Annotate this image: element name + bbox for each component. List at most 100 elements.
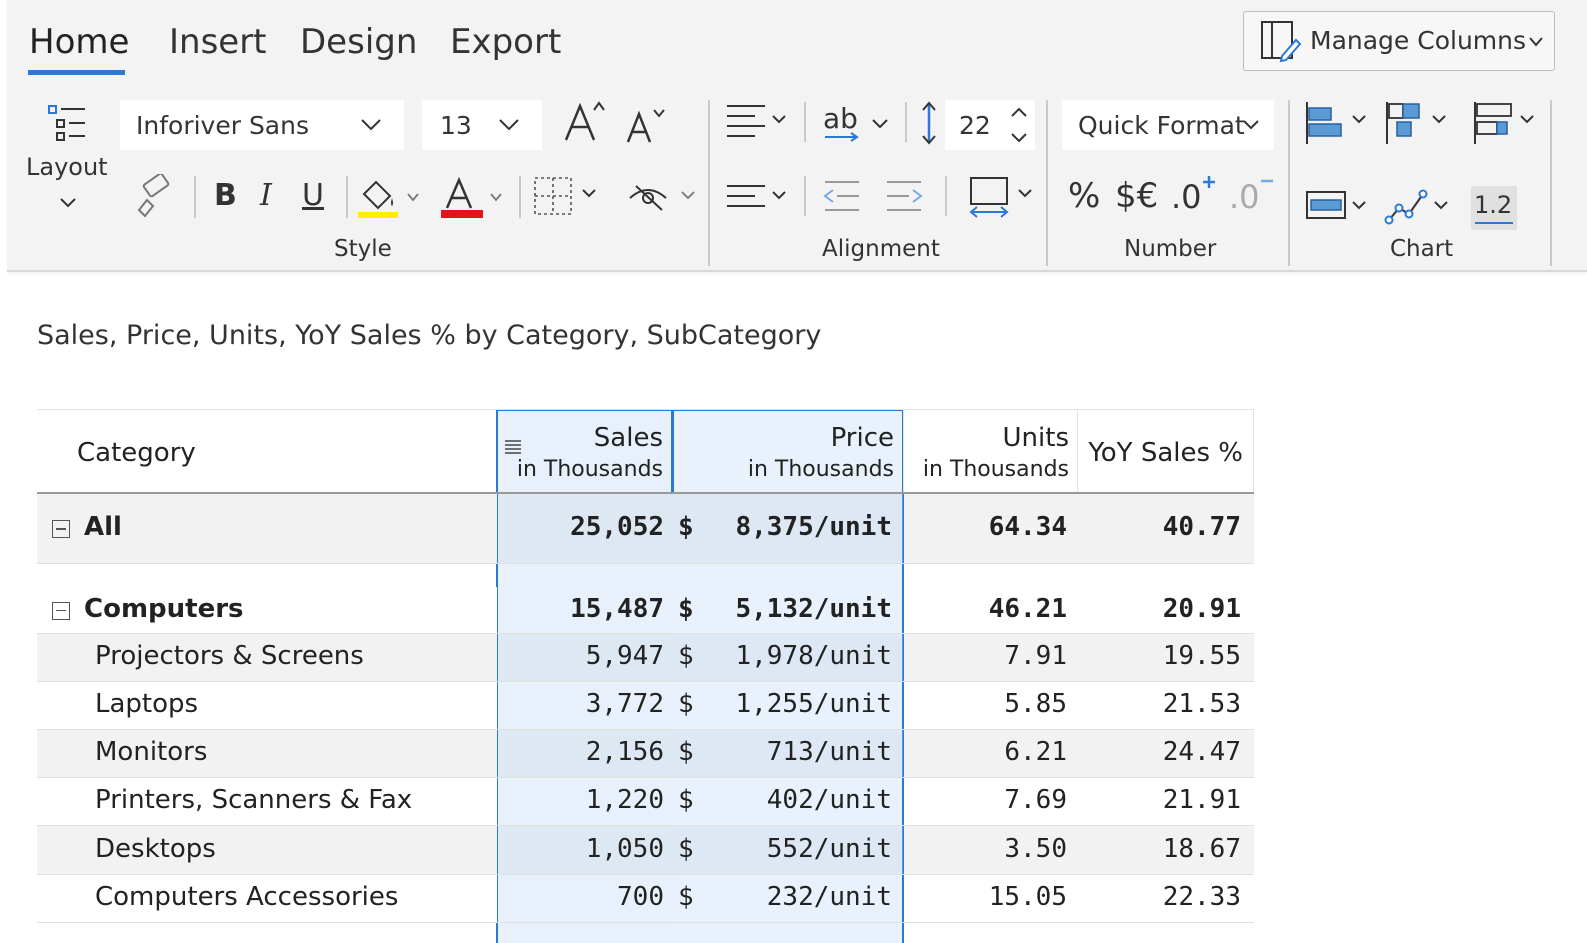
yoy-value: 19.55 [1162,641,1241,671]
row-label: Desktops [95,833,216,864]
currency-symbol: $ [678,833,694,864]
price-value: 1,255/unit [735,689,892,719]
row-divider [37,922,1254,923]
units-value: 64.34 [988,512,1067,542]
row-label: Computers Accessories [95,882,399,912]
text-wrap-button[interactable]: ab [819,100,899,146]
chevron-down-icon [1243,120,1259,130]
chevron-down-icon [361,119,381,131]
line-chart-icon[interactable] [1383,186,1453,228]
yoy-value: 21.53 [1162,689,1241,719]
header-unit: in Thousands [516,457,663,482]
bar-chart-icon[interactable] [1303,100,1373,146]
visibility-toggle-icon[interactable] [626,178,706,218]
group-label-number: Number [1124,236,1217,262]
column-menu-icon[interactable] [503,438,523,456]
decrease-font-size-icon[interactable] [624,104,670,146]
table-row[interactable]: Projectors & Screens 5,947 $1,978/unit 7.91… [37,634,1254,682]
bullet-chart-icon[interactable] [1305,186,1373,226]
waterfall-chart-icon[interactable] [1383,100,1453,146]
increase-decimal-button[interactable]: .0 [1171,172,1227,218]
manage-columns-button[interactable]: Manage Columns [1243,11,1555,71]
tab-insert[interactable]: Insert [169,22,267,62]
group-divider [1046,100,1048,266]
table-row[interactable]: Computers 15,487 $5,132/unit 46.21 20.91 [37,587,1254,634]
sales-value: 2,156 [585,737,664,767]
decrease-decimal-glyph: .0 [1229,178,1260,216]
table-row[interactable]: Desktops 1,050 $552/unit 3.50 18.67 [37,826,1254,875]
row-label: Laptops [95,689,199,719]
column-header-price[interactable]: Price in Thousands [674,411,902,492]
plus-icon [1203,176,1215,188]
wrap-text-glyph: ab [823,102,858,135]
header-label: Sales [593,423,663,453]
font-color-icon[interactable] [439,176,511,220]
line-height-icon [922,101,936,145]
font-size-value: 13 [440,111,472,140]
tab-export[interactable]: Export [450,22,561,62]
price-value: 552/unit [766,833,892,864]
data-label-button[interactable]: 1.2 [1471,186,1517,230]
collapse-toggle-icon[interactable] [52,601,70,620]
increase-font-size-icon[interactable] [562,98,610,146]
sales-value: 700 [617,882,664,912]
italic-button[interactable]: I [260,178,272,213]
fill-color-icon[interactable] [356,176,426,220]
decrease-indent-icon[interactable] [819,176,863,216]
bold-button[interactable]: B [214,178,237,213]
tab-design[interactable]: Design [300,22,417,62]
edit-columns-icon [1261,21,1302,62]
underline-button[interactable]: U [302,178,324,213]
horizontal-align-icon[interactable] [725,100,795,144]
column-header-units[interactable]: Units in Thousands [904,411,1077,492]
group-label-style: Style [334,236,392,262]
group-divider [1550,100,1552,266]
font-size-select[interactable]: 13 [422,100,542,150]
column-header-sales[interactable]: Sales in Thousands [498,411,671,492]
table-row[interactable]: Laptops 3,772 $1,255/unit 5.85 21.53 [37,682,1254,730]
line-height-stepper[interactable]: 22 [945,100,1035,150]
table-row[interactable]: All 25,052 $8,375/unit 64.34 40.77 [37,494,1254,564]
table-row[interactable]: Printers, Scanners & Fax 1,220 $402/unit 7.… [37,778,1254,826]
percent-format-button[interactable]: % [1068,176,1100,216]
borders-icon[interactable] [531,174,603,218]
data-label-glyph: 1.2 [1474,191,1513,219]
report-title: Sales, Price, Units, YoY Sales % by Cate… [37,320,822,351]
quick-format-label: Quick Format [1078,111,1245,140]
font-family-select[interactable]: Inforiver Sans [120,100,404,150]
decrease-decimal-button[interactable]: .0 [1229,172,1285,218]
chevron-down-icon [1529,37,1543,47]
tab-home[interactable]: Home [29,22,129,62]
divider [804,102,806,142]
variance-chart-icon[interactable] [1471,100,1541,146]
group-label-alignment: Alignment [822,236,940,262]
format-painter-icon[interactable] [133,174,173,218]
currency-symbol: $ [678,641,694,671]
currency-symbol: $ [678,689,694,719]
layout-button[interactable]: Layout [21,98,117,220]
column-width-icon[interactable] [967,174,1043,220]
collapse-toggle-icon[interactable] [52,520,70,538]
header-label: YoY Sales % [1088,438,1243,468]
units-value: 15.05 [988,882,1067,912]
column-header-category[interactable]: Category [37,410,497,492]
yoy-value: 18.67 [1162,833,1241,864]
increase-indent-icon[interactable] [883,176,927,216]
quick-format-select[interactable]: Quick Format [1062,100,1274,150]
yoy-value: 20.91 [1162,593,1241,624]
units-value: 6.21 [1004,737,1067,767]
table-row[interactable]: Computers Accessories 700 $232/unit 15.05 22… [37,875,1254,923]
header-unit: in Thousands [747,457,894,482]
line-height-value: 22 [959,111,991,140]
ribbon-toolbar: Home Insert Design Export Manage Columns… [7,0,1587,272]
currency-symbol: $ [678,512,694,542]
vertical-align-icon[interactable] [725,176,795,216]
units-value: 7.69 [1004,785,1067,815]
sales-value: 25,052 [570,512,664,542]
table-row[interactable]: Monitors 2,156 $713/unit 6.21 24.47 [37,730,1254,778]
row-label: Projectors & Screens [95,641,364,671]
header-label: Price [830,423,894,453]
price-value: 1,978/unit [735,641,892,671]
column-header-yoy[interactable]: YoY Sales % [1078,411,1253,492]
currency-format-button[interactable]: $€ [1115,176,1158,216]
